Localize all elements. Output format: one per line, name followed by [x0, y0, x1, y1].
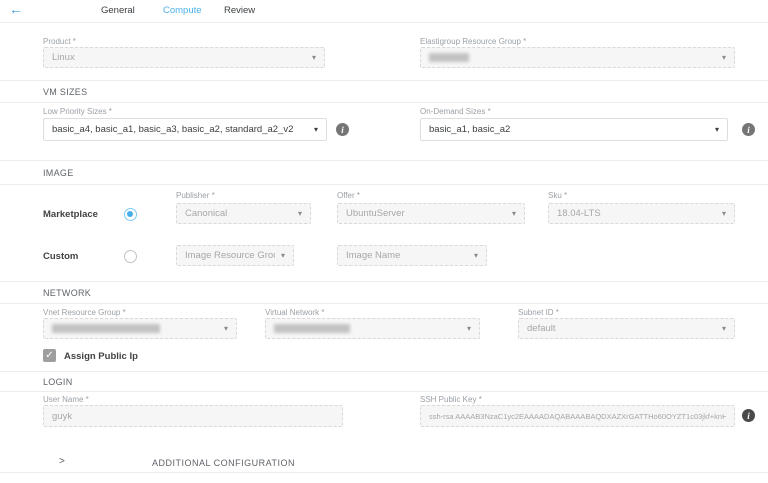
vnet-rg-select: ▾ — [43, 318, 237, 339]
product-select: Linux ▾ — [43, 47, 325, 68]
on-demand-value: basic_a1, basic_a2 — [429, 124, 510, 135]
product-label: Product * — [43, 37, 76, 46]
section-divider — [0, 160, 768, 161]
ssh-key-input: ssh-rsa AAAAB3NzaC1yc2EAAAADAQABAAABAQDX… — [420, 405, 735, 427]
sku-select: 18.04-LTS ▾ — [548, 203, 735, 224]
image-name-select: Image Name ▾ — [337, 245, 487, 266]
virtual-network-select: ▾ — [265, 318, 480, 339]
section-divider — [0, 371, 768, 372]
section-divider — [0, 391, 768, 392]
publisher-select: Canonical ▾ — [176, 203, 311, 224]
redacted-value — [274, 324, 350, 333]
elastigroup-rg-label: Elastigroup Resource Group * — [420, 37, 526, 46]
ssh-key-value: ssh-rsa AAAAB3NzaC1yc2EAAAADAQABAAABAQDX… — [429, 412, 726, 421]
vm-sizes-title: VM SIZES — [43, 87, 87, 97]
image-rg-select: Image Resource Group ▾ — [176, 245, 294, 266]
publisher-label: Publisher * — [176, 191, 215, 200]
subnet-label: Subnet ID * — [518, 308, 559, 317]
info-icon[interactable]: i — [336, 123, 349, 136]
image-rg-placeholder: Image Resource Group — [185, 250, 275, 261]
header-divider — [0, 22, 768, 23]
additional-configuration-toggle[interactable]: ADDITIONAL CONFIGURATION — [152, 458, 295, 468]
login-title: LOGIN — [43, 377, 73, 387]
custom-radio[interactable] — [124, 250, 137, 263]
low-priority-label: Low Priority Sizes * — [43, 107, 112, 116]
chevron-down-icon: ▾ — [716, 209, 726, 218]
back-arrow-icon[interactable]: ← — [9, 1, 23, 17]
chevron-down-icon: ▾ — [716, 53, 726, 62]
info-icon[interactable]: i — [742, 123, 755, 136]
section-divider — [0, 102, 768, 103]
section-divider — [0, 80, 768, 81]
chevron-down-icon: ▾ — [306, 53, 316, 62]
offer-select: UbuntuServer ▾ — [337, 203, 525, 224]
elastigroup-rg-select: ▾ — [420, 47, 735, 68]
subnet-value: default — [527, 323, 556, 334]
user-name-label: User Name * — [43, 395, 89, 404]
low-priority-select[interactable]: basic_a4, basic_a1, basic_a3, basic_a2, … — [43, 118, 327, 141]
assign-public-ip-label: Assign Public Ip — [64, 351, 138, 362]
bottom-divider — [0, 472, 768, 473]
tab-compute[interactable]: Compute — [163, 5, 202, 16]
product-value: Linux — [52, 52, 75, 63]
on-demand-label: On-Demand Sizes * — [420, 107, 491, 116]
chevron-down-icon: ▾ — [275, 251, 285, 260]
tab-general[interactable]: General — [101, 5, 135, 16]
image-title: IMAGE — [43, 168, 74, 178]
ssh-key-label: SSH Public Key * — [420, 395, 482, 404]
user-name-value: guyk — [52, 411, 72, 422]
virtual-network-label: Virtual Network * — [265, 308, 324, 317]
chevron-down-icon: ▾ — [218, 324, 228, 333]
chevron-down-icon: ▾ — [308, 125, 318, 134]
low-priority-value: basic_a4, basic_a1, basic_a3, basic_a2, … — [52, 124, 293, 135]
compute-config-page: ← General Compute Review Product * Linux… — [0, 0, 768, 483]
chevron-right-icon[interactable]: > — [59, 456, 65, 467]
chevron-down-icon: ▾ — [716, 324, 726, 333]
on-demand-select[interactable]: basic_a1, basic_a2 ▾ — [420, 118, 728, 141]
chevron-down-icon: ▾ — [461, 324, 471, 333]
sku-value: 18.04-LTS — [557, 208, 601, 219]
sku-label: Sku * — [548, 191, 567, 200]
image-name-placeholder: Image Name — [346, 250, 400, 261]
user-name-input: guyk — [43, 405, 343, 427]
marketplace-radio[interactable] — [124, 208, 137, 221]
chevron-down-icon: ▾ — [468, 251, 478, 260]
chevron-down-icon: ▾ — [709, 125, 719, 134]
offer-value: UbuntuServer — [346, 208, 405, 219]
info-icon[interactable]: i — [742, 409, 755, 422]
section-divider — [0, 184, 768, 185]
chevron-down-icon: ▾ — [506, 209, 516, 218]
custom-label: Custom — [43, 251, 78, 262]
section-divider — [0, 281, 768, 282]
tab-review[interactable]: Review — [224, 5, 255, 16]
marketplace-label: Marketplace — [43, 209, 98, 220]
section-divider — [0, 303, 768, 304]
chevron-down-icon: ▾ — [292, 209, 302, 218]
redacted-value — [429, 53, 469, 62]
offer-label: Offer * — [337, 191, 360, 200]
network-title: NETWORK — [43, 288, 91, 298]
publisher-value: Canonical — [185, 208, 227, 219]
redacted-value — [52, 324, 160, 333]
assign-public-ip-checkbox[interactable]: ✓ — [43, 349, 56, 362]
subnet-select: default ▾ — [518, 318, 735, 339]
vnet-rg-label: Vnet Resource Group * — [43, 308, 126, 317]
